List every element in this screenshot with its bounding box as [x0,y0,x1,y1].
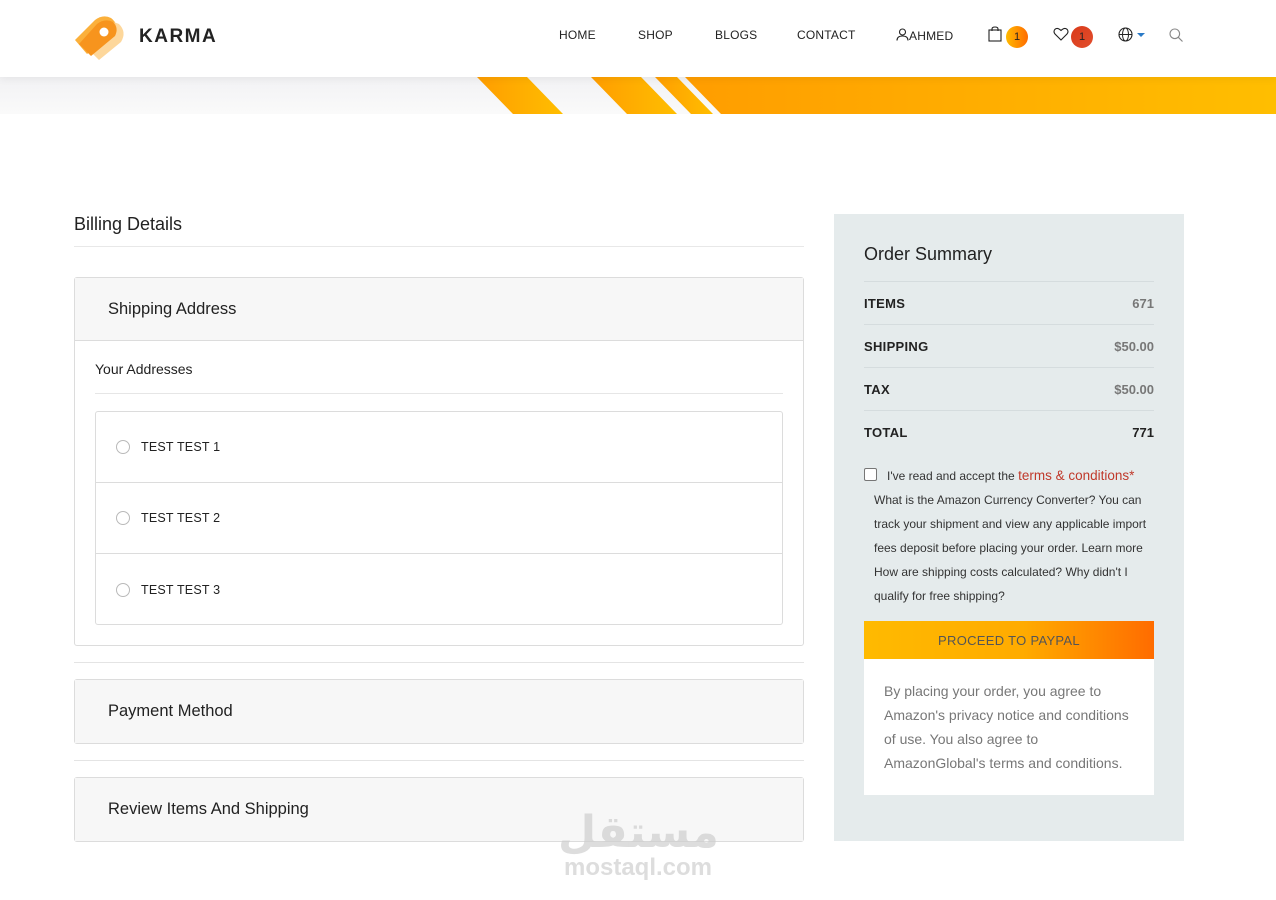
billing-title: Billing Details [74,214,183,234]
address-label: TEST TEST 2 [141,511,221,525]
summary-row-total: TOTAL 771 [864,410,1154,453]
page-banner [0,77,1276,114]
summary-row-tax: TAX $50.00 [864,367,1154,410]
address-option-1[interactable]: TEST TEST 1 [96,412,782,483]
banner-stripes [477,77,1276,114]
nav-user[interactable]: AHMED [896,28,953,43]
divider [74,760,804,761]
wishlist-count-badge: 1 [1071,26,1093,48]
summary-value: 671 [1132,295,1154,311]
proceed-to-paypal-button[interactable]: PROCEED TO PAYPAL [864,621,1154,659]
user-icon [896,28,909,41]
watermark: مستقل mostaql.com [558,810,718,880]
radio-button[interactable] [116,511,130,525]
nav-shop[interactable]: SHOP [638,28,673,42]
search-button[interactable] [1169,28,1183,47]
summary-key: ITEMS [864,295,906,311]
summary-key: SHIPPING [864,338,929,354]
address-option-3[interactable]: TEST TEST 3 [96,554,782,625]
summary-value: $50.00 [1114,381,1154,397]
radio-button[interactable] [116,440,130,454]
logo-pin-icon [75,16,124,60]
nav-user-label: AHMED [909,29,954,43]
order-notice: By placing your order, you agree to Amaz… [864,659,1154,795]
divider [74,246,804,247]
language-selector[interactable] [1118,27,1146,47]
divider [74,662,804,663]
globe-icon [1118,27,1145,42]
shipping-address-header[interactable]: Shipping Address [75,278,803,341]
order-summary: Order Summary ITEMS 671 SHIPPING $50.00 … [834,214,1184,841]
wishlist-button[interactable] [1053,27,1069,46]
nav-blogs[interactable]: BLOGS [715,28,757,42]
watermark-arabic: مستقل [558,807,719,858]
radio-button[interactable] [116,582,130,597]
summary-value: $50.00 [1114,338,1154,354]
address-list: TEST TEST 1 TEST TEST 2 TEST TEST 3 [95,411,783,625]
summary-total-value: 771 [1132,424,1154,440]
terms-prefix: I've read and accept the [887,469,1015,483]
shipping-address-panel: Shipping Address Your Addresses TEST TES… [74,277,804,646]
bag-icon [988,26,1002,42]
address-option-2[interactable]: TEST TEST 2 [96,483,782,554]
divider [95,393,783,394]
terms-link[interactable]: terms & conditions* [1018,468,1134,483]
payment-method-panel: Payment Method [74,679,804,744]
summary-key: TAX [864,381,890,397]
summary-row-shipping: SHIPPING $50.00 [864,324,1154,367]
summary-key: TOTAL [864,424,908,440]
terms-body: What is the Amazon Currency Converter? Y… [874,493,1147,603]
order-summary-title: Order Summary [864,244,993,264]
search-icon [1169,28,1183,42]
nav-contact[interactable]: CONTACT [797,28,856,42]
terms-checkbox[interactable] [864,468,877,481]
payment-method-header[interactable]: Payment Method [75,680,803,743]
site-header: KARMA HOME SHOP BLOGS CONTACT AHMED 1 1 [0,0,1276,77]
summary-row-items: ITEMS 671 [864,281,1154,324]
address-label: TEST TEST 1 [141,440,221,454]
brand-logo[interactable]: KARMA [73,10,217,64]
cart-button[interactable] [988,26,1002,47]
address-label: TEST TEST 3 [141,582,221,597]
your-addresses-label: Your Addresses [95,361,193,377]
watermark-latin: mostaql.com [563,854,713,881]
heart-icon [1053,27,1069,41]
nav-home[interactable]: HOME [559,28,596,42]
brand-name: KARMA [139,26,218,47]
terms-block: I've read and accept the terms & conditi… [864,464,1159,608]
cart-count-badge: 1 [1006,26,1028,48]
